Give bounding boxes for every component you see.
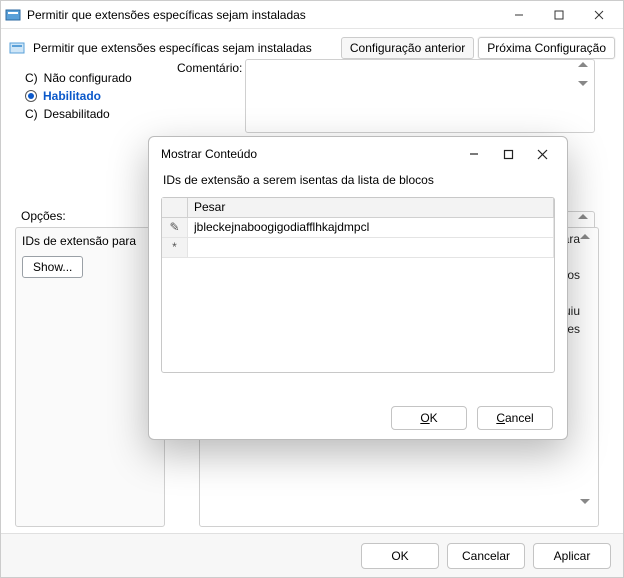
scroll-up-icon[interactable] <box>580 234 590 239</box>
value-input[interactable] <box>194 220 547 234</box>
radio-marker: C) <box>25 71 38 85</box>
row-edit-marker: ✎ <box>162 218 188 237</box>
row-new-marker: * <box>162 238 188 257</box>
dialog-minimize-button[interactable] <box>457 141 491 167</box>
minimize-button[interactable] <box>499 3 539 27</box>
radio-enabled-label: Habilitado <box>43 89 101 103</box>
close-button[interactable] <box>579 3 619 27</box>
show-contents-dialog: Mostrar Conteúdo IDs de extensão a serem… <box>148 136 568 440</box>
sub-title: Permitir que extensões específicas sejam… <box>33 41 333 55</box>
scroll-up-icon[interactable] <box>578 62 588 67</box>
ok-button[interactable]: OK <box>361 543 439 569</box>
dialog-cancel-button[interactable]: Cancel <box>477 406 553 430</box>
dialog-close-button[interactable] <box>525 141 559 167</box>
app-icon <box>5 7 21 23</box>
maximize-button[interactable] <box>539 3 579 27</box>
scroll-up-icon[interactable] <box>578 214 588 219</box>
value-input-empty[interactable] <box>194 240 547 254</box>
radio-not-configured-label: Não configurado <box>44 71 132 85</box>
table-row[interactable]: ✎ <box>162 218 554 238</box>
body: C) Não configurado Habilitado C) Desabil… <box>1 61 623 121</box>
scroll-down-icon[interactable] <box>578 81 588 86</box>
show-button[interactable]: Show... <box>22 256 83 278</box>
radio-disabled-label: Desabilitado <box>44 107 110 121</box>
radio-marker: C) <box>25 107 38 121</box>
dialog-instruction: IDs de extensão a serem isentas da lista… <box>163 173 555 187</box>
window-title: Permitir que extensões específicas sejam… <box>27 8 499 22</box>
dialog-footer: OK Cancel <box>149 397 567 439</box>
dialog-ok-button[interactable]: OK <box>391 406 467 430</box>
sub-header: Permitir que extensões específicas sejam… <box>1 29 623 61</box>
options-label: Opções: <box>21 209 66 223</box>
cancel-button[interactable]: Cancelar <box>447 543 525 569</box>
comment-label: Comentário: <box>177 61 242 75</box>
options-panel: IDs de extensão para Show... <box>15 227 165 527</box>
dialog-titlebar: Mostrar Conteúdo <box>149 137 567 171</box>
footer: OK Cancelar Aplicar <box>1 533 623 577</box>
apply-button[interactable]: Aplicar <box>533 543 611 569</box>
dialog-maximize-button[interactable] <box>491 141 525 167</box>
dialog-title: Mostrar Conteúdo <box>161 147 457 161</box>
titlebar: Permitir que extensões específicas sejam… <box>1 1 623 29</box>
table-row[interactable]: * <box>162 238 554 258</box>
grid-corner <box>162 198 188 217</box>
comment-textarea[interactable] <box>245 59 595 133</box>
scroll-down-icon[interactable] <box>580 499 590 504</box>
grid-col-header: Pesar <box>188 198 554 217</box>
policy-icon <box>9 40 25 56</box>
prev-setting-button[interactable]: Configuração anterior <box>341 37 474 59</box>
options-field-label: IDs de extensão para <box>22 234 158 248</box>
next-setting-button[interactable]: Próxima Configuração <box>478 37 615 59</box>
value-grid[interactable]: Pesar ✎ * <box>161 197 555 373</box>
radio-enabled-dot <box>25 90 37 102</box>
